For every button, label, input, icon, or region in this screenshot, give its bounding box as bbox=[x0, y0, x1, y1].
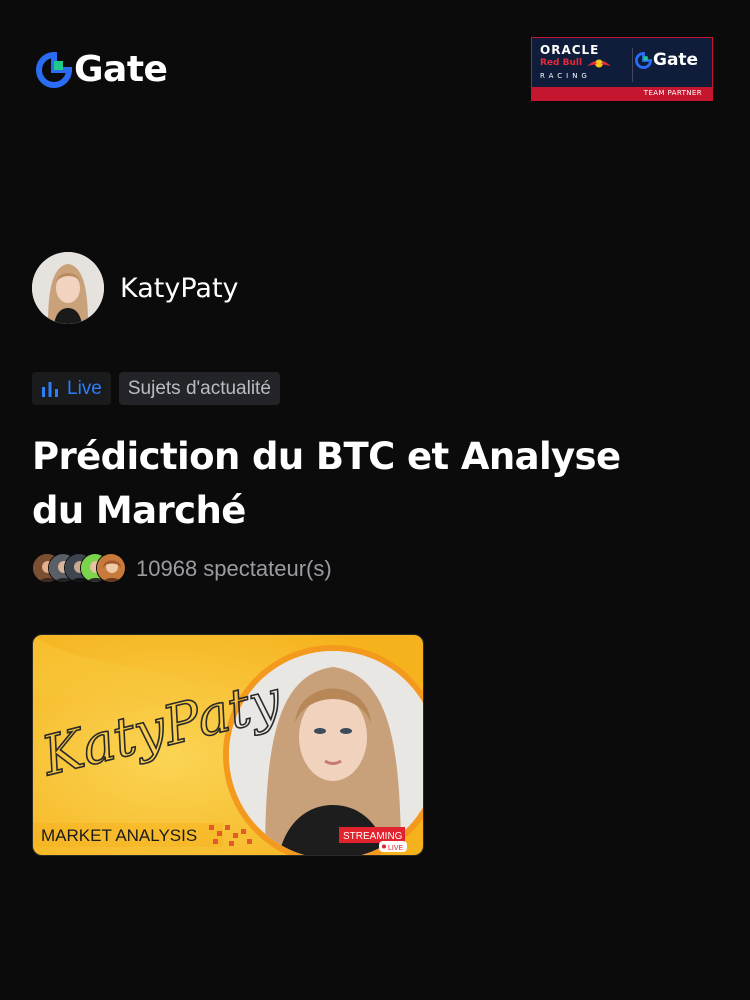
market-analysis-label: MARKET ANALYSIS bbox=[41, 826, 197, 845]
redbull-icon bbox=[587, 59, 612, 67]
viewer-avatars bbox=[32, 552, 128, 586]
gate-logo-word: Gate bbox=[74, 49, 168, 90]
team-partner-label: TEAM PARTNER bbox=[532, 87, 712, 100]
viewer-info: 10968 spectateur(s) bbox=[32, 552, 332, 586]
streamer-name[interactable]: KatyPaty bbox=[120, 273, 239, 304]
streaming-label: STREAMING bbox=[343, 831, 403, 842]
stream-tags: Live Sujets d'actualité bbox=[32, 372, 280, 405]
topic-tag[interactable]: Sujets d'actualité bbox=[118, 372, 280, 405]
racing-label: RACING bbox=[540, 72, 591, 80]
redbull-label: Red Bull bbox=[540, 57, 630, 69]
gate-logo-icon bbox=[635, 51, 652, 69]
avatar[interactable] bbox=[32, 252, 104, 324]
gate-logo[interactable]: Gate bbox=[36, 48, 168, 92]
live-tag-label: Live bbox=[67, 377, 102, 399]
team-partner-badge: ORACLE Red Bull RACING Gate TEAM PARTNER bbox=[531, 37, 713, 101]
badge-divider bbox=[632, 48, 633, 82]
viewer-count: 10968 spectateur(s) bbox=[136, 556, 332, 581]
oracle-label: ORACLE bbox=[540, 43, 600, 57]
gate-logo-icon bbox=[36, 52, 72, 88]
stream-title: Prédiction du BTC et Analyse du Marché bbox=[32, 435, 621, 532]
bar-chart-icon bbox=[42, 381, 58, 397]
viewer-avatar bbox=[96, 553, 126, 583]
streamer-profile[interactable]: KatyPaty bbox=[32, 252, 239, 324]
live-badge-label: LIVE bbox=[388, 845, 404, 852]
live-tag: Live bbox=[32, 372, 111, 405]
gate-mini-logo: Gate bbox=[635, 50, 698, 70]
stream-thumbnail[interactable]: KatyPaty MARKET ANALYSIS STREAMING LIVE bbox=[32, 634, 424, 856]
